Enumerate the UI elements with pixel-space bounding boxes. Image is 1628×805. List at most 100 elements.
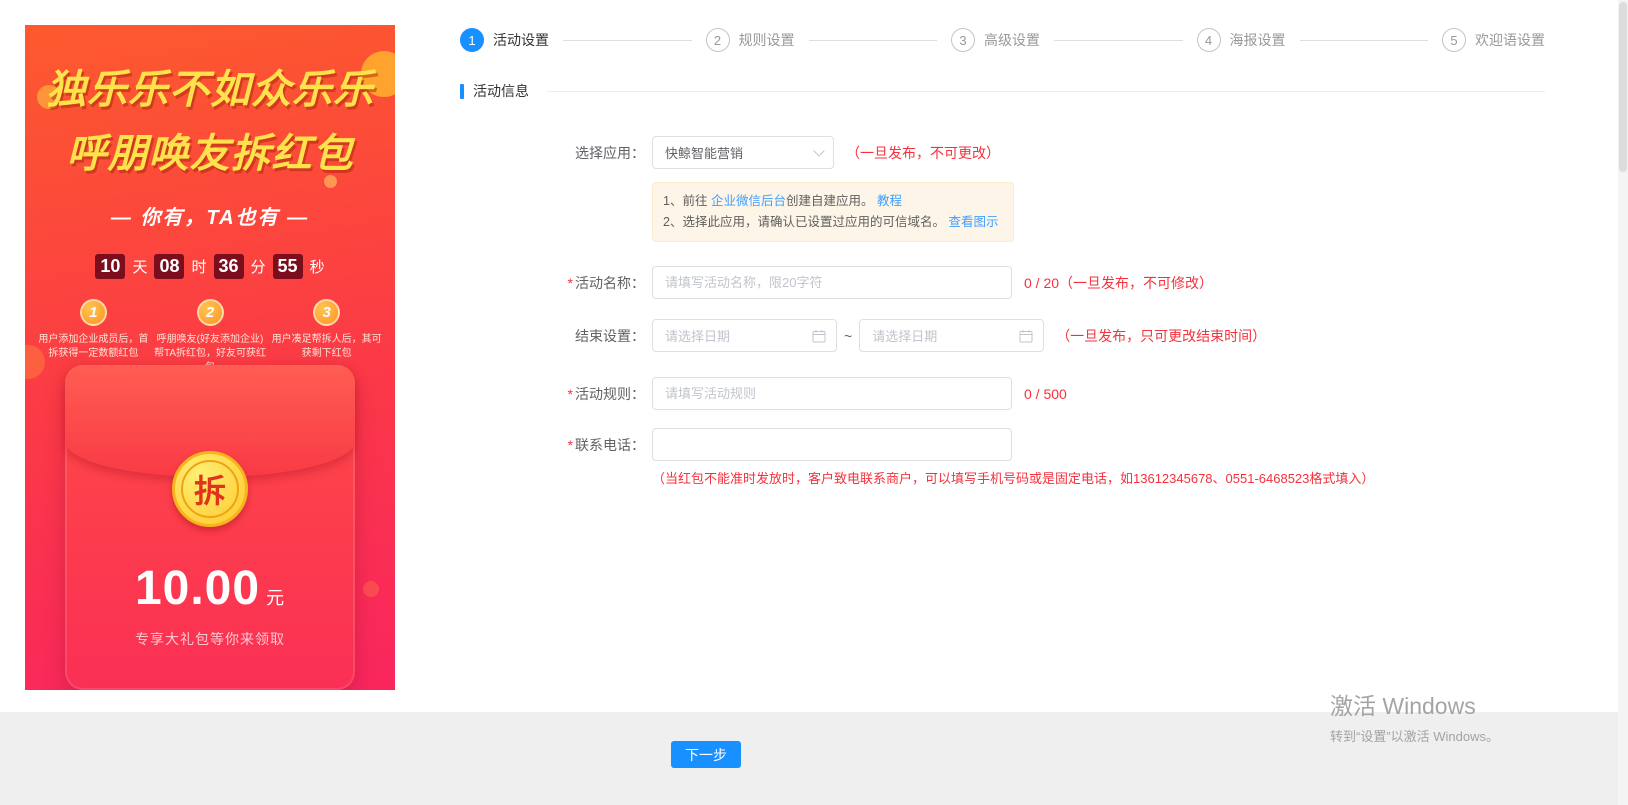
form-row-activity-rules: *活动规则： 0 / 500 (455, 377, 1067, 410)
form-row-end-date: 结束设置： 请选择日期 ~ 请选择日期 （一旦发布，只可更改结束时间） (455, 319, 1266, 352)
activity-rules-input[interactable] (652, 377, 1012, 410)
wizard-step-number: 4 (1196, 28, 1221, 52)
wizard-step-activity[interactable]: 1 活动设置 (460, 28, 549, 52)
chevron-down-icon (813, 144, 825, 157)
wizard-step-number: 2 (705, 28, 730, 52)
poster-step-3: 3 用户凑足帮拆人后，其可获剩下红包 (268, 299, 385, 375)
envelope-amount: 10.00 元 (65, 561, 355, 616)
tutorial-link[interactable]: 教程 (877, 194, 902, 208)
section-title: 活动信息 (473, 83, 529, 99)
wizard-step-welcome[interactable]: 5 欢迎语设置 (1442, 28, 1545, 52)
end-date-note: （一旦发布，只可更改结束时间） (1056, 327, 1267, 344)
section-accent-bar (460, 83, 464, 99)
next-step-button[interactable]: 下一步 (671, 741, 741, 768)
wizard-step-advanced[interactable]: 3 高级设置 (951, 28, 1040, 52)
poster-step-number: 2 (196, 299, 224, 326)
countdown-seconds: 55 (272, 254, 303, 279)
watermark-title: 激活 Windows (1330, 693, 1476, 719)
countdown-minutes-unit: 分 (250, 259, 266, 276)
amount-value: 10.00 (134, 562, 261, 615)
activity-rules-counter: 0 / 500 (1024, 385, 1067, 402)
activity-rules-label: * 活动规则： (455, 384, 645, 404)
wizard-step-rules[interactable]: 2 规则设置 (705, 28, 795, 52)
section-header: 活动信息 (460, 81, 1545, 101)
required-asterisk: * (567, 385, 573, 402)
label-text: 活动名称： (575, 274, 645, 291)
wizard-connector (563, 39, 692, 41)
windows-activation-watermark: 激活 Windows 转到“设置”以激活 Windows。 (1330, 687, 1499, 745)
label-text: 选择应用： (575, 144, 645, 161)
setup-wizard-steps: 1 活动设置 2 规则设置 3 高级设置 4 海报设置 5 欢迎语设置 (460, 28, 1545, 52)
countdown-days-unit: 天 (132, 259, 148, 276)
activity-name-input[interactable] (652, 266, 1012, 299)
wizard-connector (1299, 39, 1428, 41)
wizard-step-label: 规则设置 (738, 32, 795, 48)
confetti-decoration (363, 581, 379, 597)
end-date-picker[interactable]: 请选择日期 (859, 319, 1045, 352)
poster-step-number: 1 (79, 299, 107, 326)
wecom-admin-link[interactable]: 企业微信后台 (711, 194, 786, 208)
tip-text: 创建自建应用。 (785, 194, 874, 208)
section-divider (547, 90, 1545, 92)
coin-open-character: 拆 (181, 460, 239, 518)
wizard-connector (808, 39, 937, 41)
tip-text: 1、前往 (663, 194, 711, 208)
wizard-step-poster[interactable]: 4 海报设置 (1196, 28, 1286, 52)
label-text: 联系电话： (575, 436, 645, 453)
poster-subtitle: — 你有，TA也有 — (110, 207, 310, 229)
watermark-subtitle: 转到“设置”以激活 Windows。 (1330, 729, 1500, 744)
activity-name-counter: 0 / 20（一旦发布，不可修改） (1024, 274, 1214, 291)
form-row-contact-phone: * 联系电话： (455, 428, 1012, 461)
app-select[interactable]: 快鲸智能营销 (652, 136, 834, 169)
tip-line-2: 2、选择此应用，请确认已设置过应用的可信域名。 查看图示 (663, 212, 1003, 233)
end-date-label: 结束设置： (455, 326, 645, 346)
scrollbar[interactable] (1618, 0, 1628, 805)
poster-step-1: 1 用户添加企业成员后，首拆获得一定数额红包 (35, 299, 152, 375)
calendar-icon (1019, 329, 1033, 342)
poster-step-text: 用户添加企业成员后，首拆获得一定数额红包 (38, 334, 149, 359)
countdown-hours-unit: 时 (191, 259, 207, 276)
wizard-step-label: 高级设置 (984, 32, 1040, 48)
wizard-connector (1054, 39, 1183, 41)
app-tip-box: 1、前往 企业微信后台创建自建应用。 教程 2、选择此应用，请确认已设置过应用的… (652, 182, 1014, 242)
start-date-picker[interactable]: 请选择日期 (652, 319, 837, 352)
poster-how-it-works: 1 用户添加企业成员后，首拆获得一定数额红包 2 呼朋唤友(好友添加企业) 帮T… (25, 299, 395, 375)
app-select-value: 快鲸智能营销 (665, 146, 744, 161)
tip-text: 2、选择此应用，请确认已设置过应用的可信域名。 (663, 215, 945, 229)
poster-step-text: 用户凑足帮拆人后，其可获剩下红包 (271, 334, 382, 359)
required-asterisk: * (567, 274, 573, 291)
end-date-placeholder: 请选择日期 (872, 329, 938, 344)
poster-step-2: 2 呼朋唤友(好友添加企业) 帮TA拆红包，好友可获红包 (152, 299, 269, 375)
poster-title-line2: 呼朋唤友拆红包 (66, 132, 354, 176)
gold-coin: 拆 (172, 451, 248, 527)
red-envelope: 拆 10.00 元 专享大礼包等你来领取 (65, 365, 355, 690)
label-text: 活动规则： (575, 385, 645, 402)
app-select-label: 选择应用： (455, 143, 645, 163)
form-row-activity-name: *活动名称： 0 / 20（一旦发布，不可修改） (455, 266, 1213, 299)
amount-unit: 元 (266, 588, 286, 608)
countdown-seconds-unit: 秒 (309, 259, 325, 276)
poster-title-line1: 独乐乐不如众乐乐 (46, 68, 374, 112)
poster-step-number: 3 (313, 299, 341, 326)
wizard-step-number: 5 (1442, 28, 1466, 52)
contact-phone-label: * 联系电话： (455, 435, 645, 455)
start-date-placeholder: 请选择日期 (665, 329, 731, 344)
label-text: 结束设置： (575, 327, 645, 344)
scrollbar-thumb[interactable] (1619, 2, 1627, 172)
tip-line-1: 1、前往 企业微信后台创建自建应用。 教程 (663, 191, 1003, 212)
required-asterisk: * (567, 436, 573, 453)
view-example-link[interactable]: 查看图示 (948, 215, 998, 229)
envelope-note: 专享大礼包等你来领取 (135, 631, 285, 647)
activity-name-label: * 活动名称： (455, 273, 645, 293)
form-row-app: 选择应用： 快鲸智能营销 （一旦发布，不可更改） (455, 136, 1000, 169)
app-immutable-note: （一旦发布，不可更改） (846, 144, 1000, 161)
wizard-step-label: 欢迎语设置 (1475, 32, 1545, 48)
countdown-minutes: 36 (213, 254, 244, 279)
contact-phone-input[interactable] (652, 428, 1012, 461)
activity-poster-preview: 独乐乐不如众乐乐 呼朋唤友拆红包 — 你有，TA也有 — 10 天 08 时 3… (25, 25, 395, 690)
contact-phone-note: （当红包不能准时发放时，客户致电联系商户，可以填写手机号码或是固定电话，如136… (652, 471, 1375, 486)
date-range-separator: ~ (844, 327, 853, 344)
countdown-timer: 10 天 08 时 36 分 55 秒 (25, 254, 395, 279)
countdown-days: 10 (95, 254, 126, 279)
calendar-icon (812, 329, 826, 342)
